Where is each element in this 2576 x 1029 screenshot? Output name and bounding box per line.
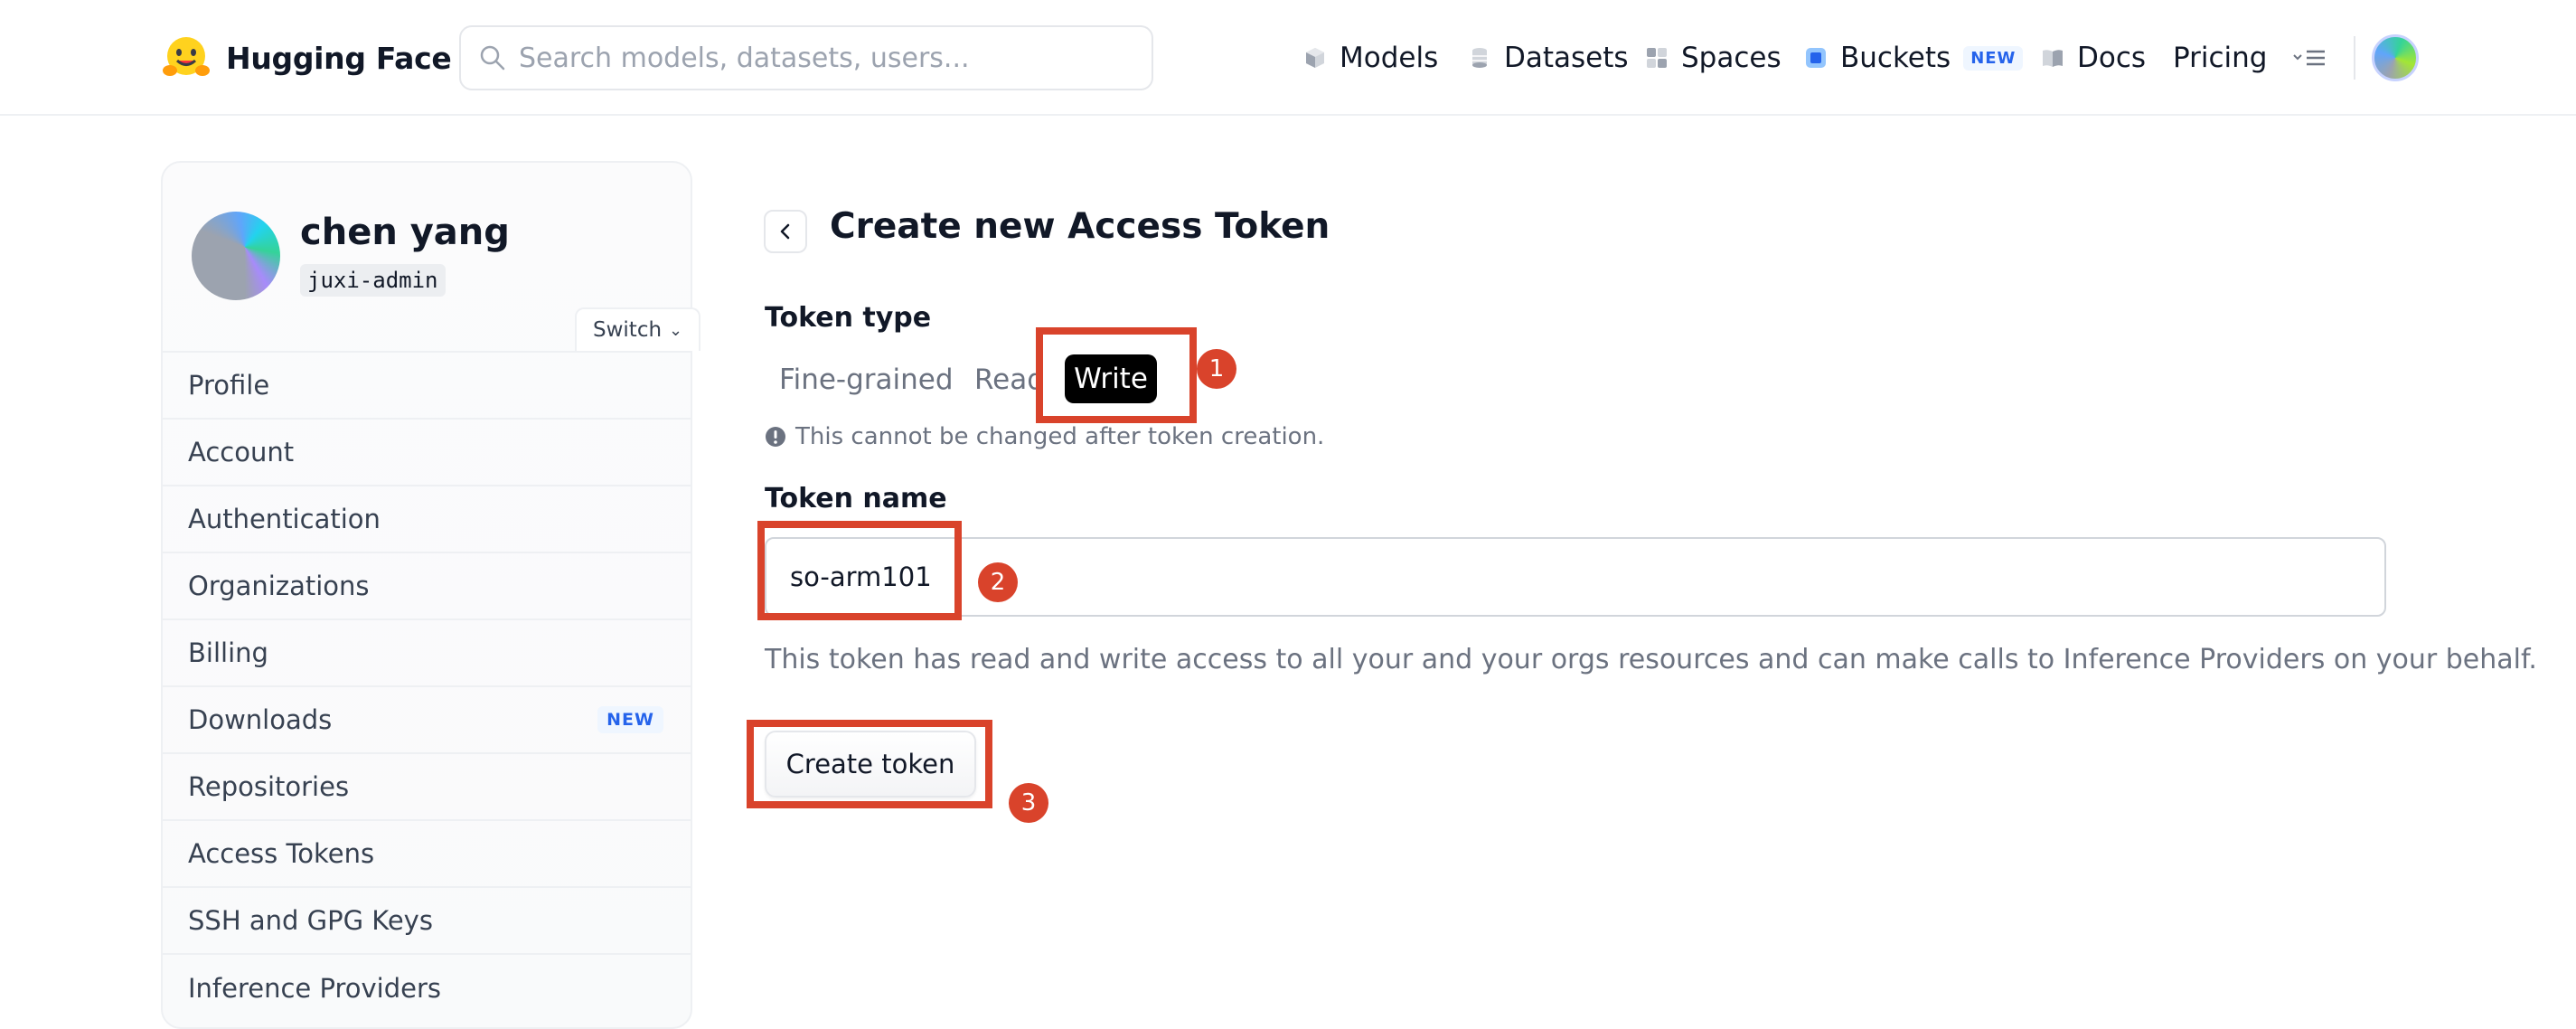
note-text: This cannot be changed after token creat… (795, 423, 1325, 450)
downloads-new-badge: NEW (597, 706, 663, 733)
token-type-fine-grained[interactable]: Fine-grained (779, 354, 954, 405)
token-permission-description: This token has read and write access to … (765, 644, 2537, 675)
user-avatar-button[interactable] (2372, 34, 2419, 81)
buckets-new-badge: NEW (1963, 45, 2024, 71)
nav-datasets[interactable]: Datasets (1468, 33, 1629, 83)
sidebar-item-ssh-gpg-keys[interactable]: SSH and GPG Keys (163, 888, 691, 955)
annotation-highlight-3 (747, 720, 992, 808)
menu-icon (2293, 50, 2325, 66)
sidebar-item-inference-providers[interactable]: Inference Providers (163, 955, 691, 1022)
nav-docs-label: Docs (2077, 42, 2147, 74)
nav-spaces[interactable]: Spaces (1645, 33, 1782, 83)
avatar (192, 212, 280, 300)
nav-buckets-label: Buckets (1840, 42, 1951, 74)
annotation-step-1: 1 (1197, 349, 1236, 389)
sidebar-item-label: Repositories (188, 771, 350, 802)
user-name: chen yang (300, 212, 510, 253)
sidebar-item-account[interactable]: Account (163, 420, 691, 486)
spaces-icon (1647, 48, 1667, 68)
nav-buckets[interactable]: Buckets NEW (1804, 33, 2024, 83)
token-name-label: Token name (765, 483, 947, 514)
sidebar-item-organizations[interactable]: Organizations (163, 553, 691, 620)
cube-icon (1306, 48, 1324, 68)
token-type-read[interactable]: Read (974, 354, 1045, 405)
switch-account-button[interactable]: Switch ⌄ (575, 307, 701, 351)
book-icon (2043, 50, 2063, 67)
annotation-highlight-2 (757, 521, 962, 620)
hugging-face-logo-icon (163, 37, 210, 76)
exclamation-circle-icon (766, 427, 785, 447)
nav-models-label: Models (1340, 42, 1439, 74)
nav-spaces-label: Spaces (1681, 42, 1782, 74)
back-button[interactable] (764, 210, 807, 253)
sidebar-item-authentication[interactable]: Authentication (163, 486, 691, 553)
sidebar-item-label: Downloads (188, 704, 333, 735)
token-type-note: This cannot be changed after token creat… (765, 421, 1324, 452)
sidebar-item-profile[interactable]: Profile (163, 353, 691, 420)
sidebar-item-repositories[interactable]: Repositories (163, 754, 691, 821)
sidebar-item-label: SSH and GPG Keys (188, 905, 433, 936)
annotation-step-2: 2 (978, 562, 1018, 602)
chevron-down-icon: ⌄ (669, 320, 683, 340)
bucket-icon (1806, 48, 1826, 68)
sidebar-item-access-tokens[interactable]: Access Tokens (163, 821, 691, 888)
nav-pricing[interactable]: Pricing (2173, 33, 2268, 83)
settings-sidebar: chen yang juxi-admin Switch ⌄ Profile Ac… (161, 161, 701, 1029)
sidebar-item-label: Inference Providers (188, 973, 442, 1004)
sidebar-item-label: Profile (188, 370, 270, 401)
sidebar-item-downloads[interactable]: Downloads NEW (163, 687, 691, 754)
switch-label: Switch (593, 318, 663, 342)
nav-models[interactable]: Models (1303, 33, 1438, 83)
database-icon (1472, 48, 1487, 68)
nav-pricing-label: Pricing (2173, 42, 2268, 74)
nav-more-menu[interactable] (2292, 33, 2328, 83)
sidebar-item-label: Authentication (188, 504, 381, 534)
sidebar-item-label: Billing (188, 637, 268, 668)
nav-docs[interactable]: Docs (2041, 33, 2146, 83)
sidebar-item-label: Access Tokens (188, 838, 375, 869)
brand-name: Hugging Face (226, 40, 452, 76)
top-navbar: Hugging Face Models Datasets (0, 0, 2576, 116)
search-box[interactable] (459, 25, 1153, 90)
brand-link[interactable]: Hugging Face (161, 33, 452, 83)
sidebar-item-label: Organizations (188, 571, 370, 601)
search-icon (480, 45, 505, 71)
chevron-left-icon (780, 223, 790, 240)
token-type-label: Token type (765, 302, 932, 334)
annotation-step-3: 3 (1009, 783, 1048, 823)
user-handle: juxi-admin (300, 264, 446, 297)
sidebar-item-billing[interactable]: Billing (163, 620, 691, 687)
annotation-highlight-1 (1036, 327, 1197, 423)
page-title: Create new Access Token (830, 206, 1330, 247)
search-input[interactable] (519, 42, 1133, 74)
profile-card: chen yang juxi-admin Switch ⌄ (163, 163, 701, 353)
nav-datasets-label: Datasets (1504, 42, 1629, 74)
sidebar-item-label: Account (188, 437, 295, 467)
nav-divider (2354, 36, 2355, 80)
